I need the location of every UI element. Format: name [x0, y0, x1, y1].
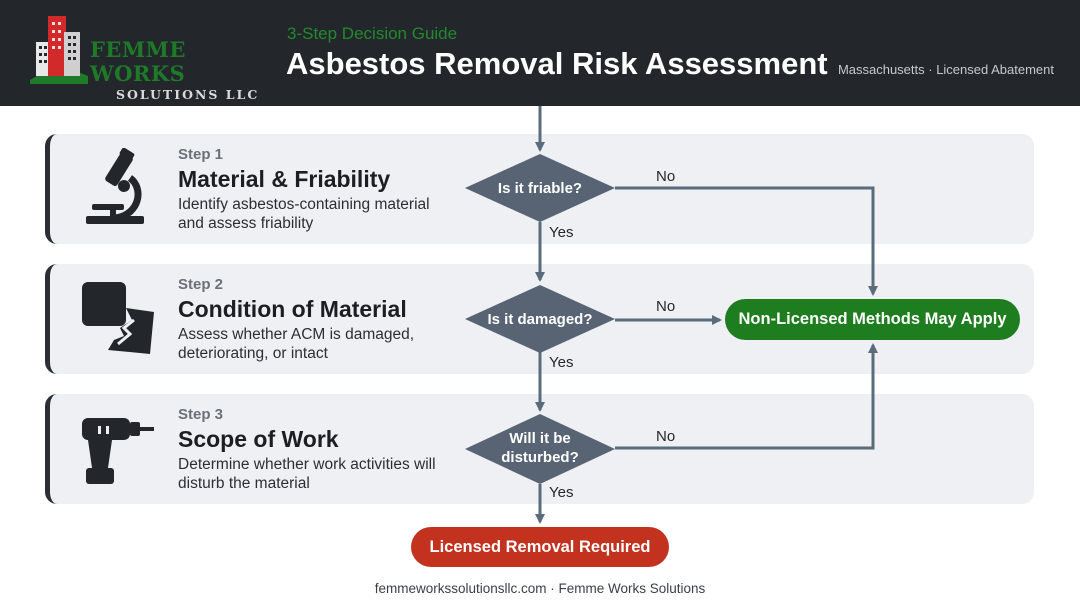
- yes-label-3: Yes: [549, 484, 574, 501]
- connector-no-3: [615, 343, 878, 450]
- no-label-2: No: [656, 298, 676, 315]
- decision-question-1: Is it friable?: [497, 180, 583, 197]
- decision-question-2: Is it damaged?: [487, 311, 593, 328]
- outcome-non-licensed: Non-Licensed Methods May Apply: [725, 299, 1020, 340]
- outcome-licensed-removal: Licensed Removal Required: [411, 527, 669, 567]
- footer-text: femmeworkssolutionsllc.com · Femme Works…: [374, 581, 706, 596]
- decision-question-3: Will it be disturbed?: [470, 429, 610, 467]
- connector-no-1: [615, 186, 878, 296]
- decision-question-3-line-1: Will it be: [509, 430, 571, 447]
- no-label-1: No: [656, 168, 676, 185]
- yes-label-2: Yes: [549, 354, 574, 371]
- yes-label-1: Yes: [549, 224, 574, 241]
- decision-question-3-line-2: disturbed?: [501, 449, 579, 466]
- no-label-3: No: [656, 428, 676, 445]
